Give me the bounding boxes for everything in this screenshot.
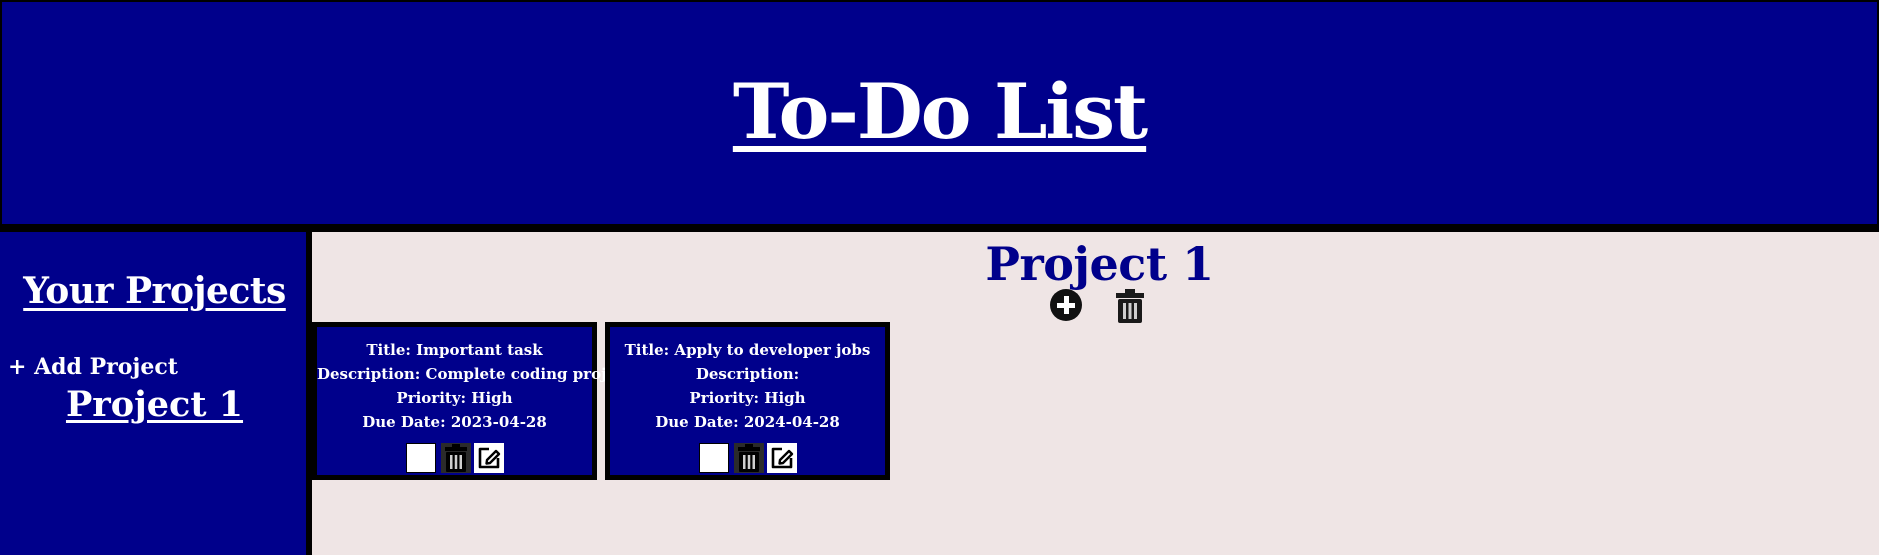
task-actions: [317, 443, 592, 473]
task-due-date: Due Date: 2024-04-28: [655, 413, 840, 431]
task-complete-checkbox[interactable]: [405, 443, 436, 473]
task-delete-button[interactable]: [440, 443, 471, 473]
edit-icon: [478, 447, 500, 469]
todo-app: To-Do List Your Projects + Add Project P…: [0, 0, 1879, 555]
page-title: Project 1: [985, 237, 1214, 291]
add-project-button[interactable]: + Add Project: [8, 354, 178, 380]
task-description: Description: Complete coding project: [317, 365, 633, 383]
add-task-button[interactable]: [1050, 289, 1082, 321]
task-card: Title: Apply to developer jobs Descripti…: [605, 322, 890, 480]
edit-icon: [771, 447, 793, 469]
task-complete-checkbox[interactable]: [698, 443, 729, 473]
task-priority: Priority: High: [396, 389, 513, 407]
sidebar-heading: Your Projects: [23, 270, 286, 312]
task-title: Title: Important task: [366, 341, 543, 359]
app-title: To-Do List: [732, 66, 1148, 156]
app-header: To-Do List: [0, 0, 1879, 226]
task-title: Title: Apply to developer jobs: [624, 341, 871, 359]
task-card: Title: Important task Description: Compl…: [312, 322, 633, 480]
task-priority: Priority: High: [689, 389, 806, 407]
task-edit-button[interactable]: [473, 443, 504, 473]
sidebar-item-project-1[interactable]: Project 1: [0, 384, 309, 425]
sidebar: Your Projects + Add Project Project 1: [0, 232, 309, 555]
trash-icon: [444, 444, 467, 472]
task-description: Description:: [695, 365, 800, 383]
trash-icon: [737, 444, 760, 472]
trash-icon: [1116, 289, 1144, 323]
project-view: Project 1 Title: Important task Descript…: [312, 232, 1879, 555]
task-actions: [610, 443, 885, 473]
task-edit-button[interactable]: [766, 443, 797, 473]
task-delete-button[interactable]: [733, 443, 764, 473]
delete-project-button[interactable]: [1116, 289, 1144, 327]
task-due-date: Due Date: 2023-04-28: [362, 413, 547, 431]
